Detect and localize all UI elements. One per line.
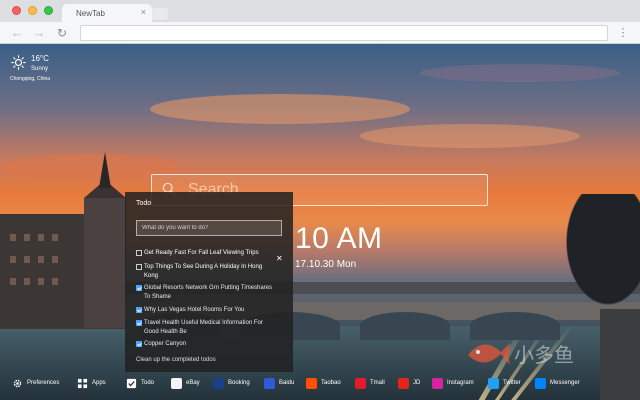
gear-icon <box>13 379 22 388</box>
browser-toolbar: ← → ↻ ⋮ <box>0 22 640 44</box>
todo-item-text: Global Resorts Network Grn Putting Times… <box>144 285 273 300</box>
weather-temperature: 16°C <box>31 54 49 63</box>
jd-icon <box>398 378 409 389</box>
todo-item-text: Copper Canyon <box>144 341 187 347</box>
window-minimize-button[interactable] <box>28 6 37 15</box>
weather-condition: Sunny <box>31 66 49 72</box>
todo-input[interactable] <box>136 220 282 236</box>
sun-icon <box>11 55 26 70</box>
back-arrow-icon[interactable]: ← <box>9 25 25 41</box>
bottom-bar: Preferences Apps Todo eBay Booking Baidu… <box>0 374 640 394</box>
todo-item-text: Top Things To See During A Holiday In Ho… <box>144 264 263 279</box>
window-maximize-button[interactable] <box>44 6 53 15</box>
browser-menu-icon[interactable]: ⋮ <box>616 25 630 41</box>
weather-widget[interactable]: 16°C Sunny Chongqing, China <box>8 52 78 92</box>
baidu-label: Baidu <box>279 380 295 386</box>
background-cloud <box>360 124 580 148</box>
browser-tab[interactable]: NewTab × <box>62 4 152 22</box>
tmall-label: Tmall <box>370 380 385 386</box>
checkbox-icon <box>126 378 137 389</box>
ebay-label: eBay <box>186 380 200 386</box>
tab-close-icon[interactable]: × <box>141 7 146 17</box>
messenger-label: Messenger <box>550 380 580 386</box>
apps-label: Apps <box>92 380 106 386</box>
clock-time: 10 AM <box>295 222 383 255</box>
ebay-icon <box>171 378 182 389</box>
todo-checkbox[interactable] <box>136 264 142 270</box>
booking-label: Booking <box>228 380 250 386</box>
forward-arrow-icon[interactable]: → <box>31 25 47 41</box>
weather-location: Chongqing, China <box>10 76 51 82</box>
new-tab-button[interactable] <box>152 8 168 20</box>
taobao-icon <box>306 378 317 389</box>
background-bridge-arch <box>360 312 450 340</box>
clear-completed-todos-button[interactable]: Clean up the completed todos <box>136 357 216 363</box>
todo-delete-icon[interactable]: ✕ <box>276 254 283 263</box>
background-clock-tower <box>84 198 126 328</box>
todo-checkbox[interactable] <box>136 320 142 326</box>
instagram-label: Instagram <box>447 380 474 386</box>
todo-checkbox[interactable] <box>136 250 142 256</box>
address-bar[interactable] <box>80 25 608 41</box>
background-trees <box>560 194 640 314</box>
todo-title: Todo <box>136 200 152 207</box>
todo-checkbox[interactable] <box>136 341 142 347</box>
todo-checkbox[interactable] <box>136 307 142 313</box>
todo-label: Todo <box>141 380 155 386</box>
reload-icon[interactable]: ↻ <box>54 25 70 41</box>
tab-title: NewTab <box>76 9 105 18</box>
todo-item-text: Get Ready Fast For Fall Leaf Viewing Tri… <box>144 250 259 256</box>
taobao-label: Taobao <box>321 380 341 386</box>
background-cloud <box>420 64 620 82</box>
messenger-icon <box>535 378 546 389</box>
twitter-label: Twitter <box>503 380 521 386</box>
todo-item-text: Why Las Vegas Hotel Rooms For You <box>144 307 245 313</box>
clock-date: 17.10.30 Mon <box>295 259 357 270</box>
jd-label: JD <box>413 380 421 386</box>
fish-logo-icon <box>468 343 510 365</box>
baidu-icon <box>264 378 275 389</box>
todo-item-text: Travel Health Useful Medical Information… <box>144 320 263 335</box>
preferences-label: Preferences <box>27 380 60 386</box>
todo-panel: Todo Get Ready Fast For Fall Leaf Viewin… <box>125 192 293 372</box>
tmall-icon <box>355 378 366 389</box>
new-tab-page: 16°C Sunny Chongqing, China Search 10 AM… <box>0 44 640 400</box>
window-close-button[interactable] <box>12 6 21 15</box>
background-cloud <box>150 94 410 124</box>
todo-checkbox[interactable] <box>136 285 142 291</box>
browser-titlebar: NewTab × <box>0 0 640 22</box>
watermark-text: 小多鱼 <box>514 343 574 367</box>
booking-icon <box>213 378 224 389</box>
instagram-icon <box>432 378 443 389</box>
twitter-icon <box>488 378 499 389</box>
grid-icon <box>77 378 88 389</box>
